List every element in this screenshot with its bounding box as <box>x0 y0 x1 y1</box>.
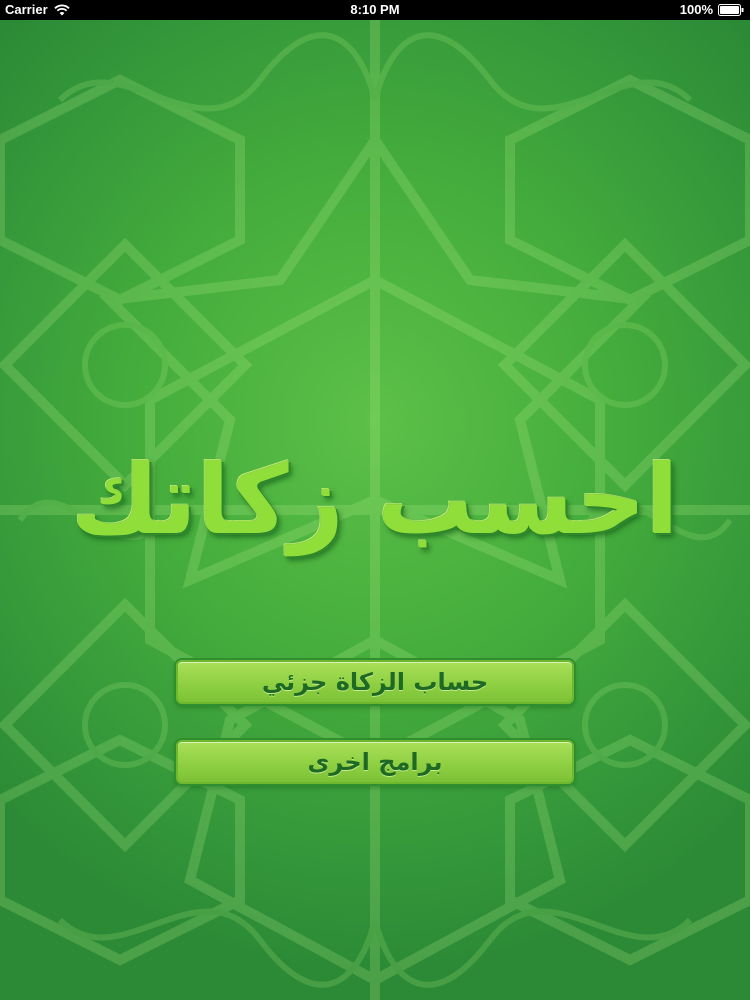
status-time: 8:10 PM <box>350 2 400 17</box>
battery-icon <box>718 3 744 16</box>
battery-percent: 100% <box>679 2 713 17</box>
status-right: 100% <box>680 2 744 17</box>
partial-zakat-label: حساب الزكاة جزئي <box>261 668 489 696</box>
app-title: احسب زكاتك <box>71 444 679 556</box>
app-screen: Carrier 8:10 PM 100% احسب زكاتك حساب الز… <box>0 0 750 1000</box>
other-apps-button[interactable]: برامج اخرى <box>176 740 574 784</box>
status-bar: Carrier 8:10 PM 100% <box>0 0 750 20</box>
partial-zakat-button[interactable]: حساب الزكاة جزئي <box>176 660 574 704</box>
other-apps-label: برامج اخرى <box>307 748 443 776</box>
